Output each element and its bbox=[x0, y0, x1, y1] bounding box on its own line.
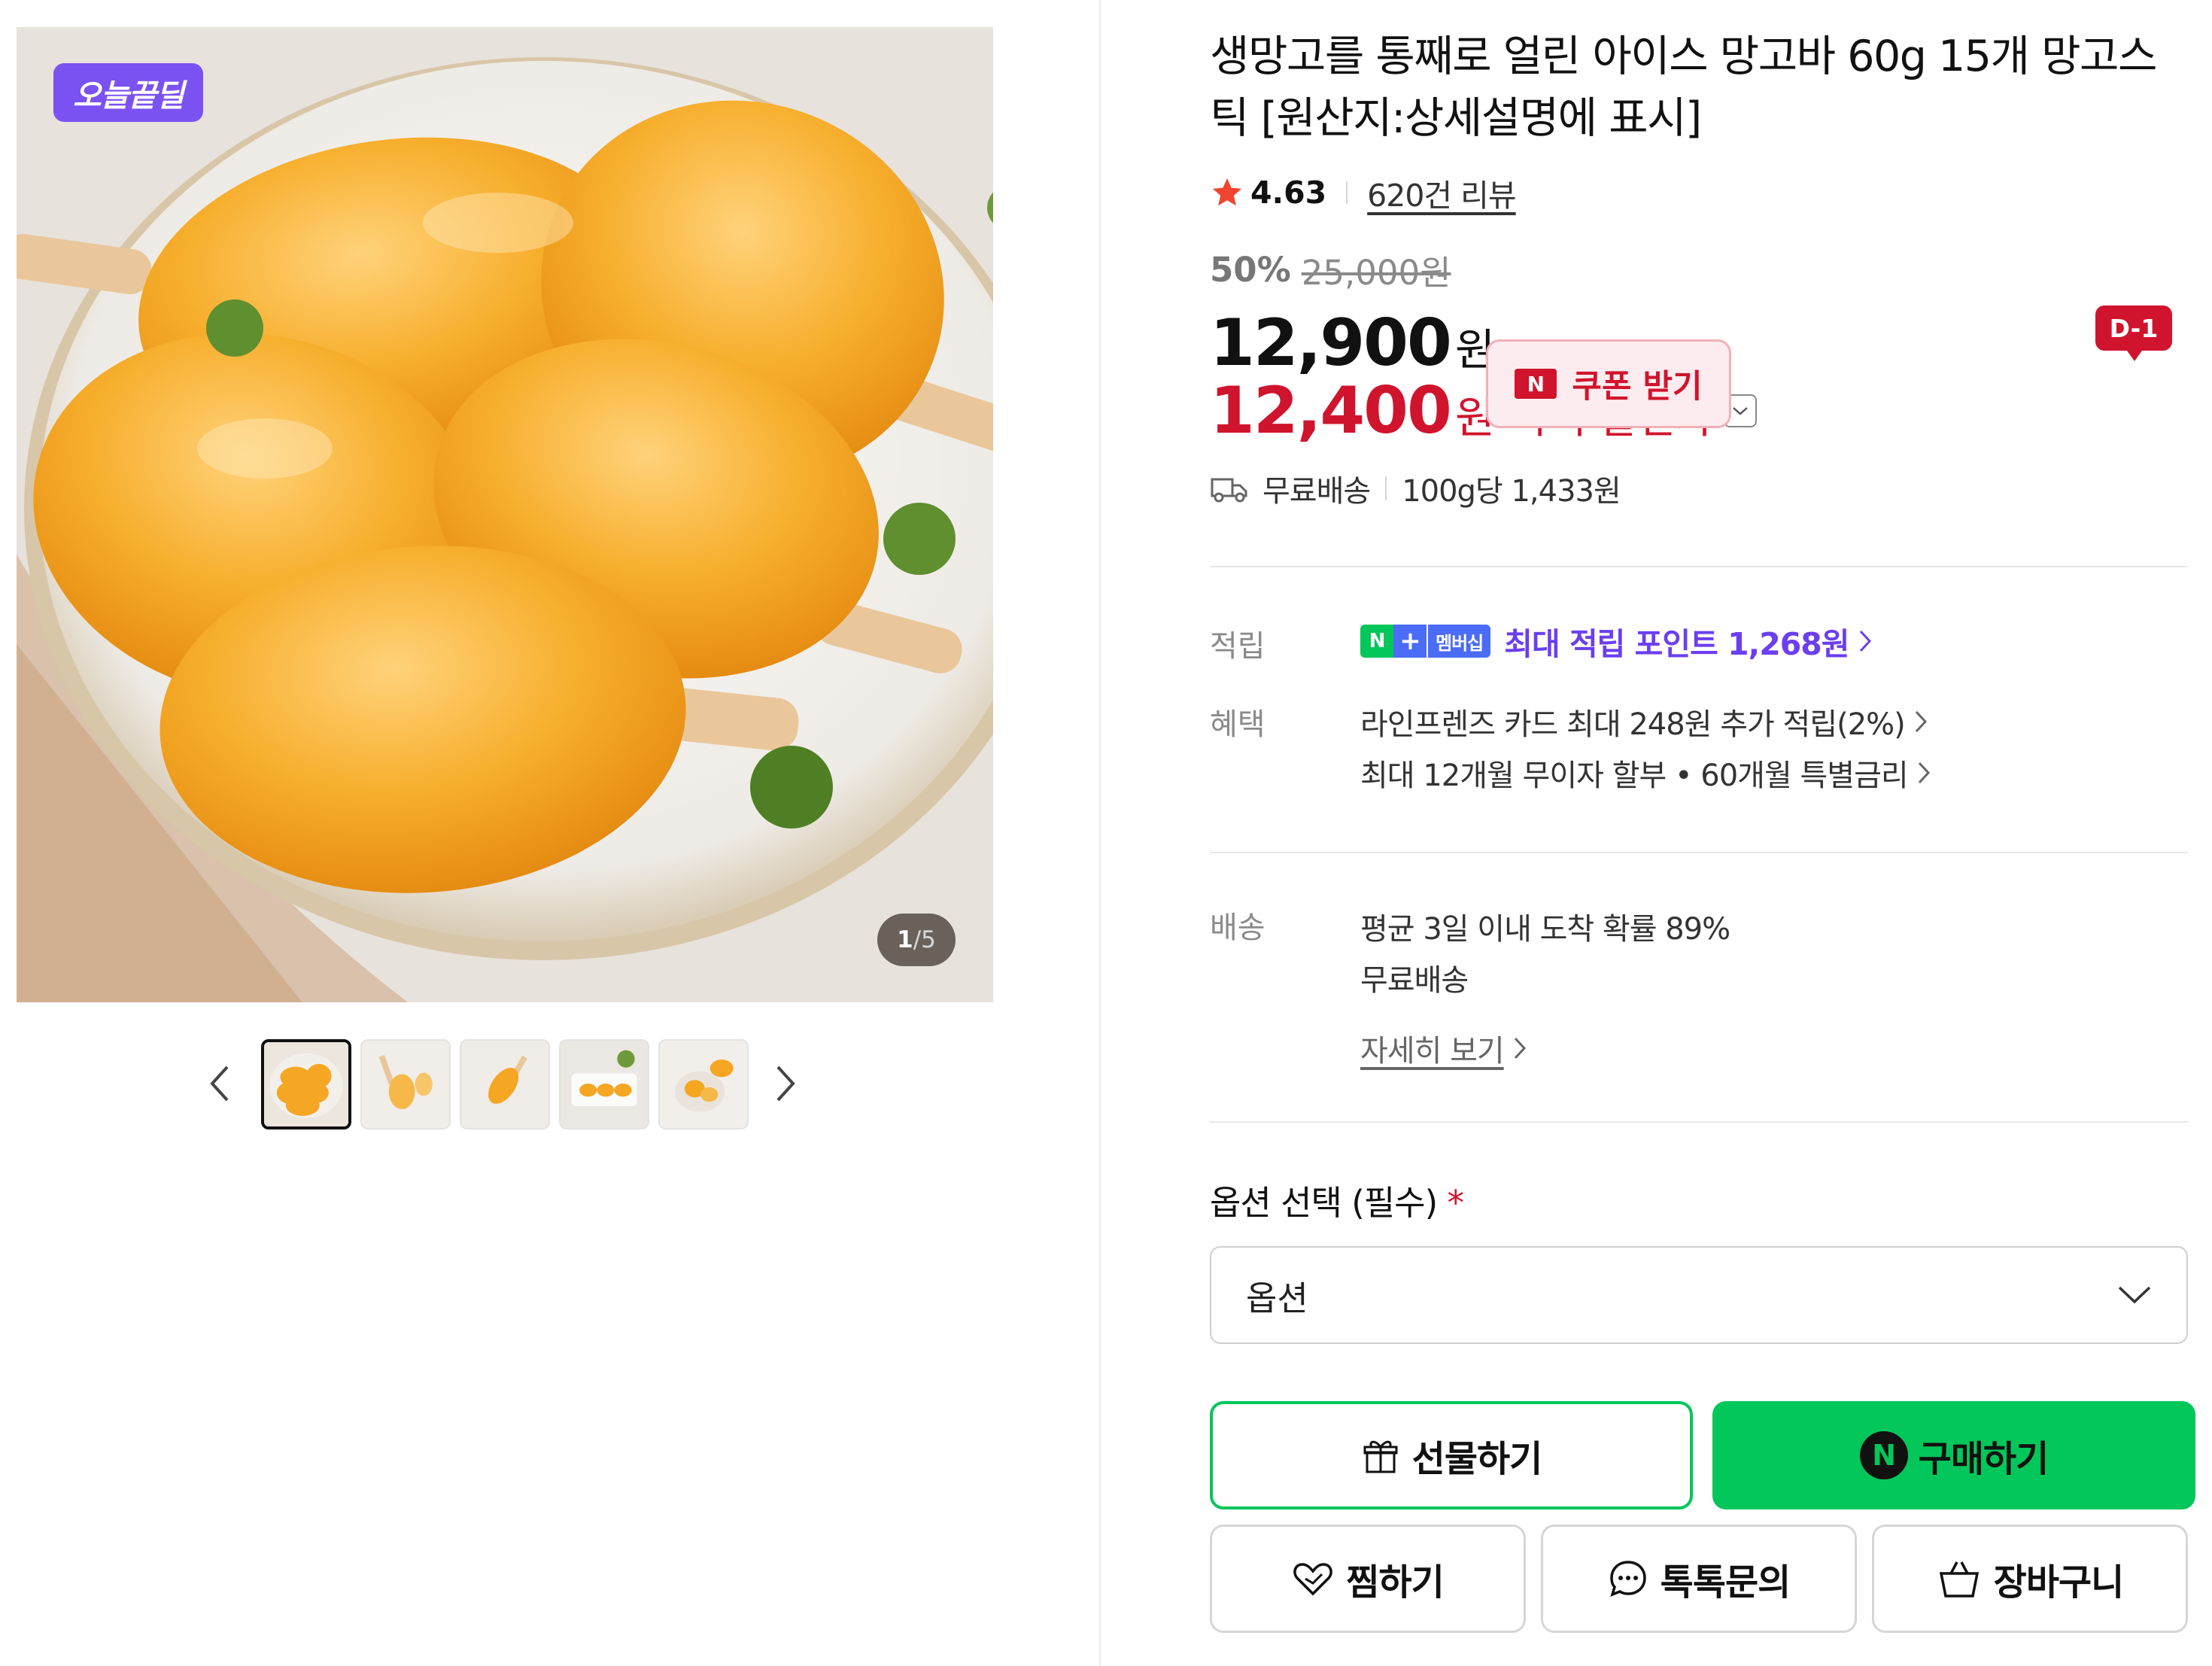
truck-icon bbox=[1211, 478, 1247, 503]
separator bbox=[1385, 476, 1387, 500]
points-label: 적립 bbox=[1210, 629, 1266, 664]
divider bbox=[1210, 566, 2188, 567]
thumbnail-image bbox=[660, 1041, 747, 1128]
chat-bubble-icon bbox=[1609, 1561, 1646, 1597]
chevron-left-icon bbox=[210, 1066, 229, 1102]
talktalk-button-label: 톡톡문의 bbox=[1660, 1561, 1791, 1604]
delivery-fee-text: 무료배송 bbox=[1360, 963, 1469, 998]
npay-n-logo: N bbox=[1360, 625, 1393, 658]
my-discount-price: 12,400 bbox=[1210, 373, 1452, 448]
thumbnail-3[interactable] bbox=[460, 1039, 550, 1129]
column-divider bbox=[1099, 0, 1101, 1666]
points-row[interactable]: N + 멤버십 최대 적립 포인트 1,268원 bbox=[1360, 619, 1872, 664]
option-select[interactable]: 옵션 bbox=[1210, 1246, 2188, 1344]
shopping-bag-icon bbox=[1939, 1561, 1979, 1598]
chevron-right-icon bbox=[1859, 630, 1871, 652]
discount-rate: 50% bbox=[1210, 250, 1291, 290]
chevron-down-icon bbox=[1732, 407, 1748, 415]
divider bbox=[1210, 852, 2188, 853]
thumbnail-strip bbox=[261, 1039, 749, 1129]
product-main-image[interactable] bbox=[17, 27, 993, 1002]
talktalk-inquiry-button[interactable]: 톡톡문의 bbox=[1541, 1525, 1857, 1633]
delivery-detail-link[interactable]: 자세히 보기 bbox=[1360, 1026, 1527, 1070]
detail-link-text: 자세히 보기 bbox=[1360, 1034, 1505, 1069]
original-price: 25,000원 bbox=[1301, 253, 1451, 293]
image-counter: 1/5 bbox=[877, 914, 956, 966]
product-title: 생망고를 통째로 얼린 아이스 망고바 60g 15개 망고스틱 [원산지:상세… bbox=[1210, 32, 2157, 143]
rating-value: 4.63 bbox=[1250, 175, 1327, 211]
thumbnail-image bbox=[561, 1041, 648, 1128]
delivery-label: 배송 bbox=[1210, 911, 1266, 945]
unit-price: 100g당 1,433원 bbox=[1402, 474, 1621, 509]
chevron-right-icon bbox=[1915, 710, 1927, 733]
discount-row: 50% 25,000원 bbox=[1210, 245, 1451, 294]
npay-membership-badge: N + 멤버십 bbox=[1360, 625, 1491, 658]
next-image-button[interactable] bbox=[760, 1031, 813, 1136]
naver-coupon-icon: N bbox=[1515, 369, 1557, 399]
shipping-fee: 무료배송 bbox=[1262, 474, 1371, 509]
installment-text: 최대 12개월 무이자 할부 • 60개월 특별금리 bbox=[1360, 759, 1909, 793]
thumbnail-image bbox=[461, 1041, 548, 1128]
rating-row: 4.63 620건 리뷰 bbox=[1210, 170, 1517, 215]
today-deal-badge: 오늘끝딜 bbox=[53, 63, 203, 122]
thumbnail-4[interactable] bbox=[559, 1039, 649, 1129]
thumbnail-2[interactable] bbox=[360, 1039, 451, 1129]
gift-icon bbox=[1363, 1440, 1398, 1473]
option-label: 옵션 선택 (필수) * bbox=[1210, 1175, 1464, 1224]
option-selected-value: 옵션 bbox=[1246, 1278, 1308, 1318]
npay-plus-logo: + bbox=[1393, 625, 1427, 658]
cart-button-label: 장바구니 bbox=[1993, 1561, 2125, 1604]
delivery-fee: 무료배송 bbox=[1360, 956, 1469, 999]
thumbnail-image bbox=[362, 1041, 449, 1128]
npay-membership-label: 멤버십 bbox=[1427, 625, 1491, 658]
buy-button[interactable]: N 구매하기 bbox=[1712, 1401, 2195, 1509]
card-benefit-text: 라인프렌즈 카드 최대 248원 추가 적립(2%) bbox=[1360, 707, 1906, 742]
image-counter-total: /5 bbox=[913, 926, 936, 953]
image-counter-current: 1 bbox=[897, 926, 913, 953]
gift-button-label: 선물하기 bbox=[1411, 1438, 1543, 1480]
naver-pay-icon: N bbox=[1859, 1431, 1908, 1479]
thumbnail-image bbox=[264, 1042, 348, 1126]
separator bbox=[1346, 181, 1348, 204]
coupon-dday-badge: D-1 bbox=[2095, 306, 2172, 361]
divider bbox=[1210, 1121, 2188, 1123]
sale-price: 12,900 bbox=[1210, 306, 1452, 381]
wishlist-button-label: 찜하기 bbox=[1346, 1561, 1444, 1604]
installment-row[interactable]: 최대 12개월 무이자 할부 • 60개월 특별금리 bbox=[1360, 751, 1931, 795]
chevron-right-icon bbox=[1514, 1037, 1526, 1059]
wishlist-button[interactable]: 찜하기 bbox=[1210, 1525, 1526, 1633]
delivery-arrival: 평균 3일 이내 도착 확률 89% bbox=[1360, 904, 1730, 948]
chevron-right-icon bbox=[776, 1066, 795, 1102]
coupon-button-label: 쿠폰 받기 bbox=[1572, 368, 1703, 406]
prev-image-button[interactable] bbox=[193, 1031, 245, 1136]
mango-bar-photo bbox=[17, 27, 993, 1002]
star-icon bbox=[1212, 178, 1242, 206]
benefit-label: 혜택 bbox=[1210, 707, 1266, 742]
cart-button[interactable]: 장바구니 bbox=[1872, 1525, 2188, 1633]
required-mark: * bbox=[1447, 1183, 1463, 1223]
arrival-probability: 평균 3일 이내 도착 확률 89% bbox=[1360, 912, 1730, 947]
chevron-down-icon bbox=[2118, 1286, 2151, 1304]
coupon-button[interactable]: N 쿠폰 받기 bbox=[1486, 339, 1731, 428]
heart-icon bbox=[1293, 1563, 1333, 1596]
shipping-row: 무료배송 100g당 1,433원 bbox=[1210, 467, 1621, 510]
option-label-text: 옵션 선택 (필수) bbox=[1210, 1183, 1438, 1223]
gift-button[interactable]: 선물하기 bbox=[1210, 1401, 1693, 1509]
price-row: 12,900 원 bbox=[1210, 306, 1495, 381]
buy-button-label: 구매하기 bbox=[1918, 1438, 2049, 1480]
chevron-right-icon bbox=[1918, 762, 1930, 784]
review-count-link[interactable]: 620건 리뷰 bbox=[1367, 170, 1516, 215]
thumbnail-5[interactable] bbox=[658, 1039, 749, 1129]
thumbnail-1[interactable] bbox=[261, 1039, 351, 1129]
max-points-text: 최대 적립 포인트 1,268원 bbox=[1504, 626, 1849, 662]
card-benefit-row[interactable]: 라인프렌즈 카드 최대 248원 추가 적립(2%) bbox=[1360, 700, 1928, 743]
